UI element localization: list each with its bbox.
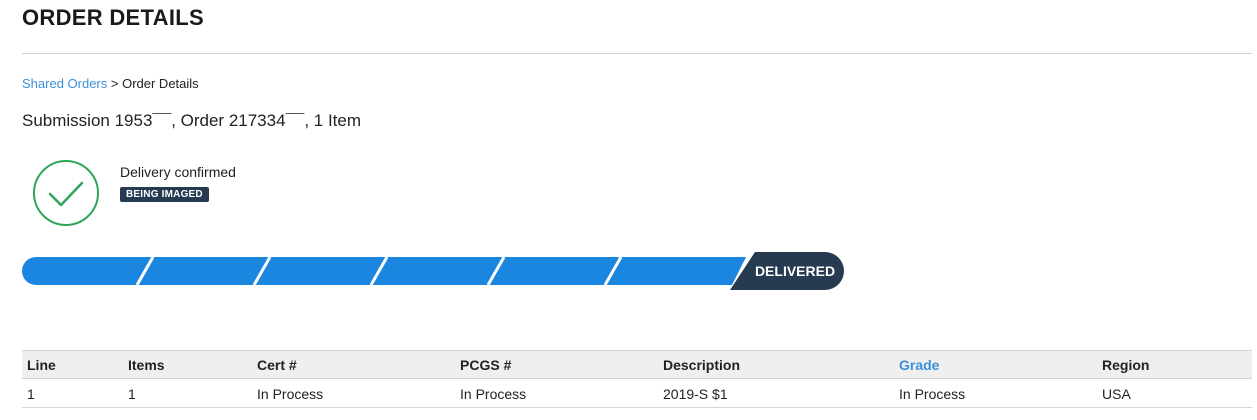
order-details-page: ORDER DETAILS Shared Orders > Order Deta…: [0, 0, 1257, 420]
cell-cert: In Process: [252, 378, 455, 408]
column-header-cert: Cert #: [257, 357, 297, 373]
status-badge: BEING IMAGED: [120, 187, 209, 202]
breadcrumb: Shared Orders > Order Details: [22, 76, 199, 91]
cell-line: 1: [22, 378, 123, 408]
title-divider: [22, 53, 1252, 54]
page-title: ORDER DETAILS: [22, 5, 204, 30]
status-message: Delivery confirmed: [120, 164, 236, 180]
order-items-table: Line Items Cert # PCGS # Description Gra…: [22, 350, 1252, 408]
submission-summary: Submission 1953¯¯, Order 217334¯¯, 1 Ite…: [22, 111, 362, 130]
table-header-row: Line Items Cert # PCGS # Description Gra…: [22, 350, 1252, 379]
progress-current-label: DELIVERED: [755, 263, 835, 279]
cell-items: 1: [123, 378, 252, 408]
order-progress-bar: DELIVERED: [22, 252, 852, 290]
order-status: Delivery confirmed BEING IMAGED: [32, 159, 452, 229]
cell-pcgs: In Process: [455, 378, 658, 408]
column-header-description: Description: [663, 357, 741, 373]
table-row: 1 1 In Process In Process 2019-S $1 In P…: [22, 378, 1252, 408]
breadcrumb-current: Order Details: [122, 76, 199, 91]
order-items-table-wrapper: Line Items Cert # PCGS # Description Gra…: [22, 350, 1252, 408]
check-circle-icon: [32, 159, 100, 227]
cell-grade: In Process: [894, 378, 1097, 408]
breadcrumb-separator: >: [107, 76, 123, 91]
breadcrumb-link-shared-orders[interactable]: Shared Orders: [22, 76, 107, 91]
column-header-grade[interactable]: Grade: [894, 351, 1097, 379]
column-header-region: Region: [1102, 357, 1150, 373]
cell-description: 2019-S $1: [658, 378, 894, 408]
column-header-items: Items: [128, 357, 165, 373]
column-header-pcgs: PCGS #: [460, 357, 512, 373]
cell-region: USA: [1097, 378, 1252, 408]
column-header-line: Line: [27, 357, 56, 373]
